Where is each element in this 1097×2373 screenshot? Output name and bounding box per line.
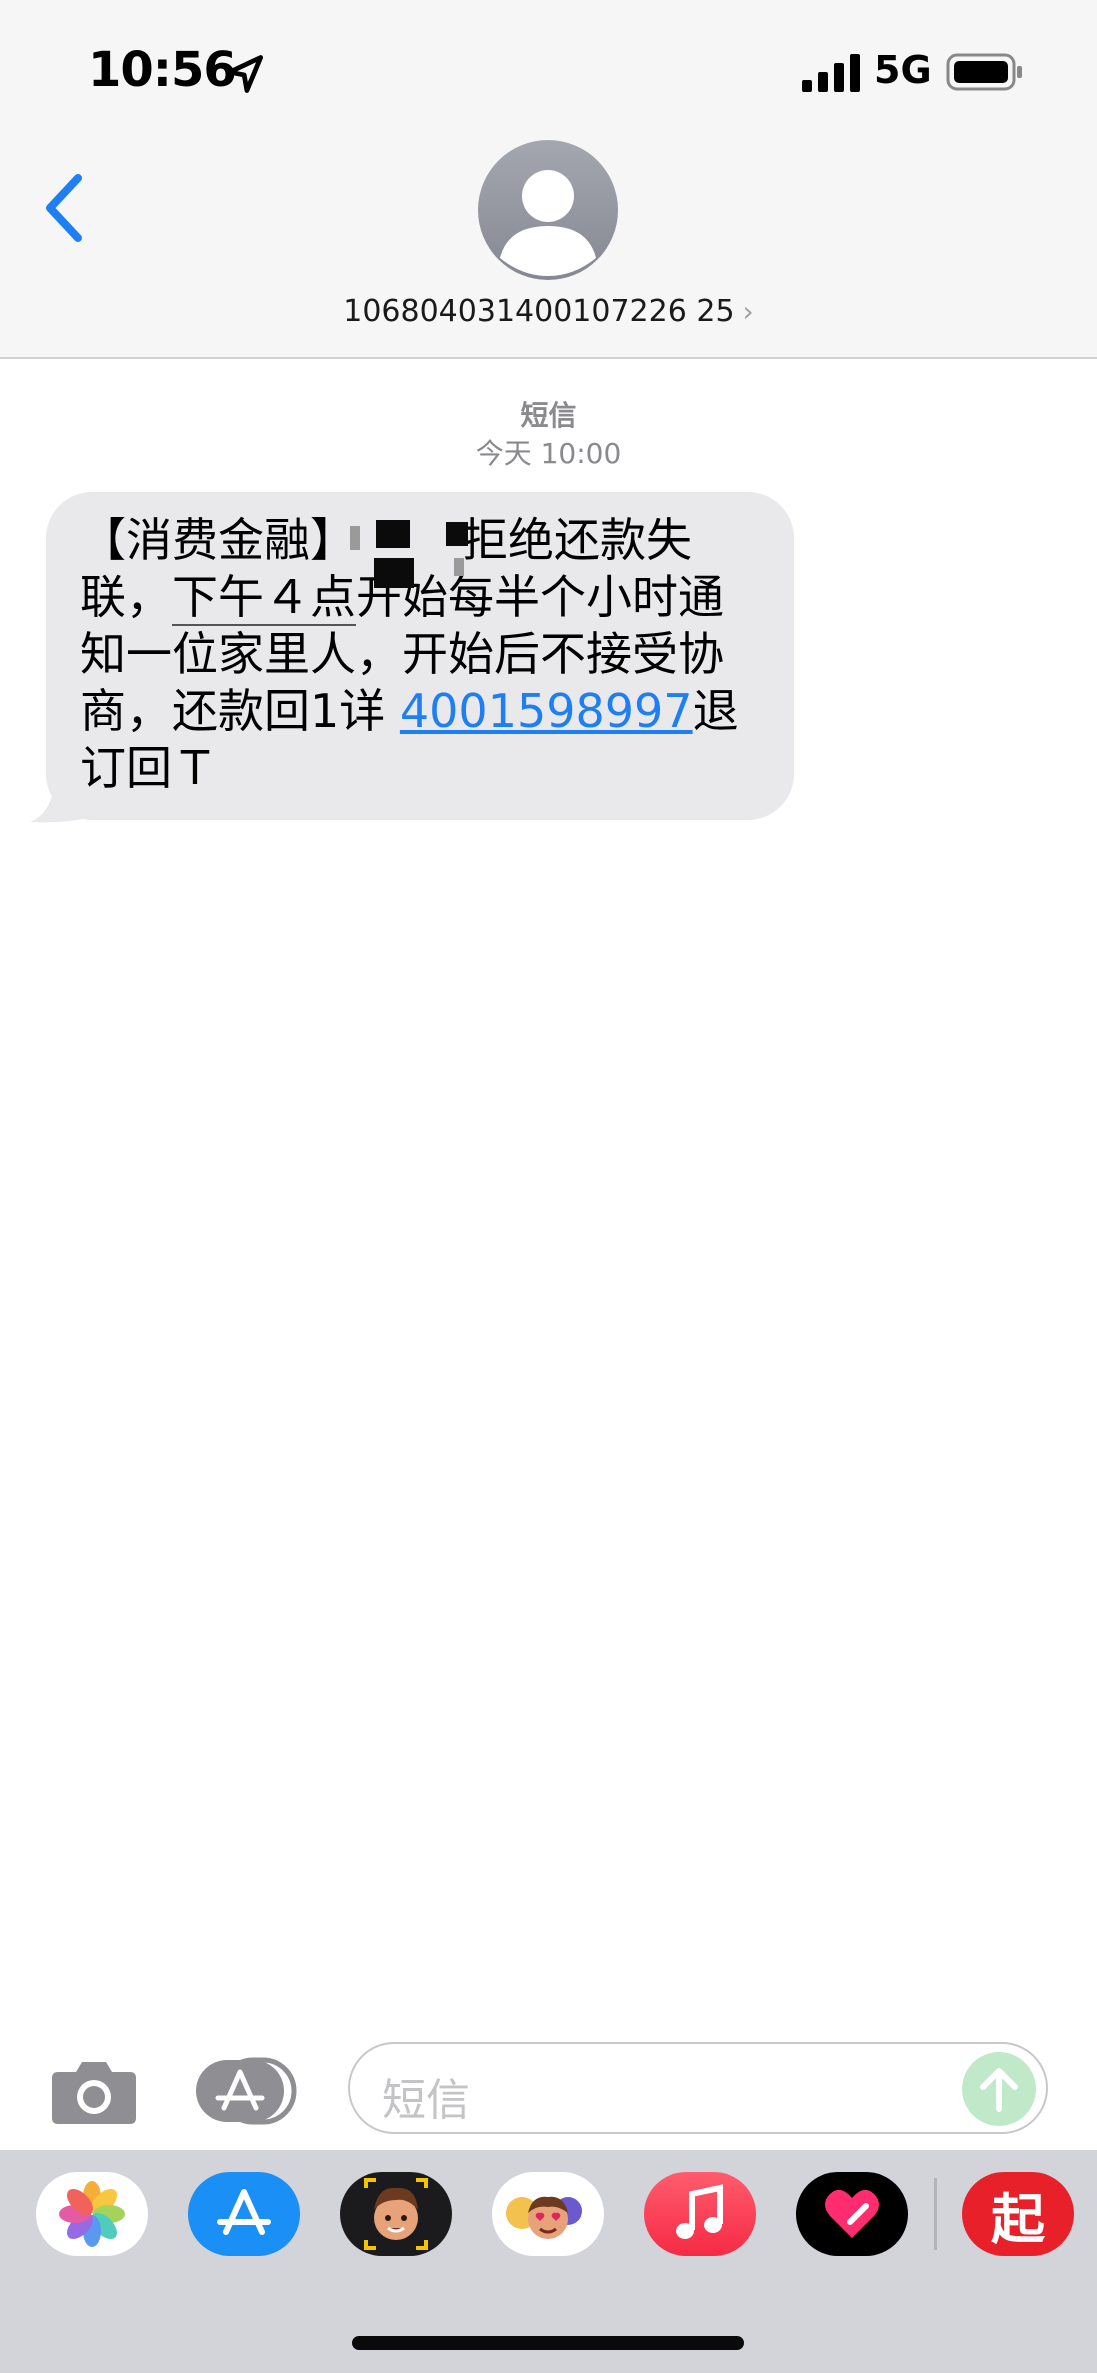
memoji-face-icon — [364, 2178, 428, 2250]
message-line-2: 联，下午４点开始每半个小时通 — [80, 570, 724, 626]
redaction-mark — [374, 558, 414, 588]
imessage-app-drawer: 起 — [0, 2150, 1097, 2373]
sender-number-button[interactable]: 106804031400107226 25 › — [0, 294, 1097, 329]
photos-app-icon[interactable] — [36, 2172, 148, 2256]
redaction-mark — [446, 522, 468, 546]
chevron-right-icon: › — [742, 295, 754, 328]
animoji-faces-icon — [506, 2196, 582, 2239]
music-app-icon[interactable] — [644, 2172, 756, 2256]
message-line-4: 商，还款回1详 4001598997退 — [80, 684, 739, 738]
app-store-apps-button[interactable] — [194, 2056, 298, 2126]
animoji-icon[interactable] — [492, 2172, 604, 2256]
sender-number: 106804031400107226 25 — [343, 294, 735, 329]
message-input[interactable]: 短信 — [348, 2042, 1048, 2134]
nav-header: 10:56 5G 106804031400107226 25 › — [0, 0, 1097, 359]
message-timestamp: 今天 10:00 — [475, 437, 622, 470]
battery-icon — [946, 53, 1022, 91]
status-time: 10:56 — [88, 42, 237, 98]
service-label: 短信 — [520, 399, 577, 432]
drawer-divider — [934, 2178, 937, 2250]
fitness-heart-app-icon[interactable] — [796, 2172, 908, 2256]
message-line-1: 【消费金融】 拒绝还款失 — [80, 513, 692, 567]
qi-app-label: 起 — [991, 2187, 1045, 2251]
home-indicator[interactable] — [352, 2336, 744, 2350]
cellular-signal-icon — [802, 54, 860, 92]
camera-icon[interactable] — [50, 2056, 138, 2126]
detected-time-link[interactable]: 下午４点 — [172, 570, 356, 626]
message-input-placeholder: 短信 — [382, 2075, 470, 2126]
message-line-3: 知一位家里人，开始后不接受协 — [80, 627, 724, 681]
app-store-icon[interactable] — [188, 2172, 300, 2256]
memoji-stickers-icon[interactable] — [340, 2172, 452, 2256]
location-arrow-icon — [227, 55, 264, 93]
back-chevron-icon[interactable] — [40, 172, 88, 244]
photos-flower-icon — [59, 2181, 125, 2247]
message-line-5: 订回Ｔ — [80, 741, 218, 795]
qi-app-icon[interactable]: 起 — [962, 2172, 1074, 2256]
app-store-a-icon — [217, 2189, 271, 2235]
network-type: 5G — [874, 48, 932, 92]
arrow-up-icon — [980, 2068, 1018, 2112]
redaction-mark — [376, 520, 410, 548]
redaction-mark — [350, 526, 360, 550]
message-text: 【消费金融】 拒绝还款失 联，下午４点开始每半个小时通 知一位家里人，开始后不接受… — [80, 512, 780, 797]
contact-avatar[interactable] — [478, 140, 618, 280]
redaction-mark — [454, 558, 464, 576]
phone-number-link[interactable]: 4001598997 — [400, 684, 693, 738]
music-note-icon — [676, 2184, 723, 2239]
send-button[interactable] — [962, 2052, 1036, 2126]
heart-icon — [825, 2189, 879, 2238]
